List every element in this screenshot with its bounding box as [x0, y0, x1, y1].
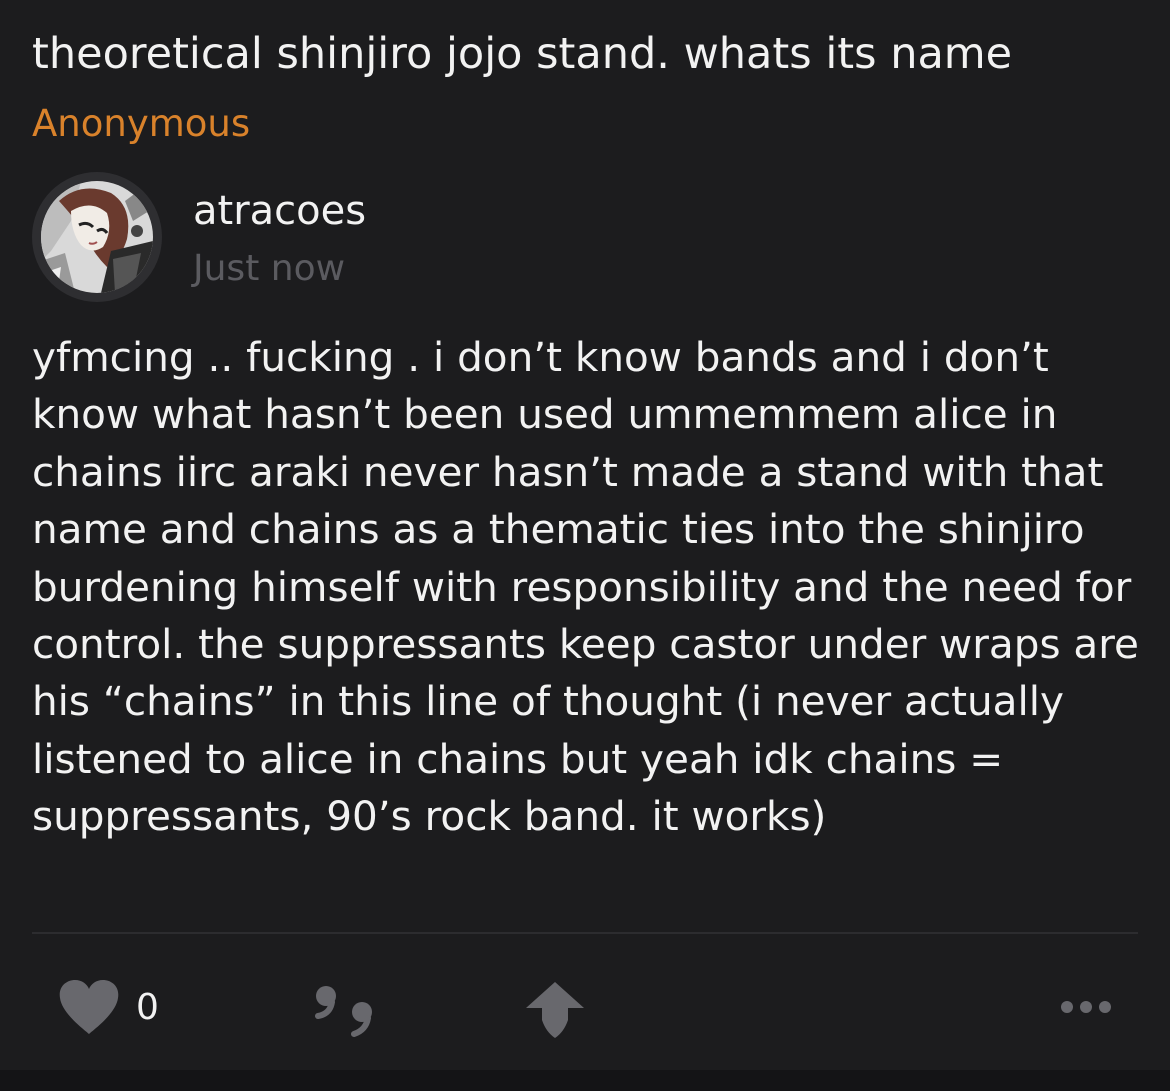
asker-name[interactable]: Anonymous — [32, 100, 250, 148]
more-options-button[interactable] — [1060, 1000, 1112, 1014]
profile-avatar-manga-icon — [41, 181, 153, 293]
post-timestamp: Just now — [193, 248, 346, 289]
divider — [32, 932, 1138, 934]
question-text: theoretical shinjiro jojo stand. whats i… — [32, 29, 1013, 79]
like-button[interactable]: 0 — [58, 980, 159, 1036]
share-button[interactable] — [524, 980, 586, 1040]
share-arrow-icon — [526, 982, 584, 1038]
action-bar: 0 — [0, 970, 1170, 1050]
answer-text: yfmcing .. fucking . i don’t know bands … — [32, 333, 1152, 841]
quote-button[interactable] — [312, 982, 378, 1038]
bottom-bar — [0, 1070, 1170, 1091]
like-count: 0 — [136, 987, 159, 1028]
quote-icon — [315, 986, 372, 1037]
more-dots-icon — [1061, 1001, 1111, 1013]
author-username[interactable]: atracoes — [193, 186, 366, 236]
heart-icon — [59, 980, 119, 1034]
avatar[interactable] — [32, 172, 162, 302]
